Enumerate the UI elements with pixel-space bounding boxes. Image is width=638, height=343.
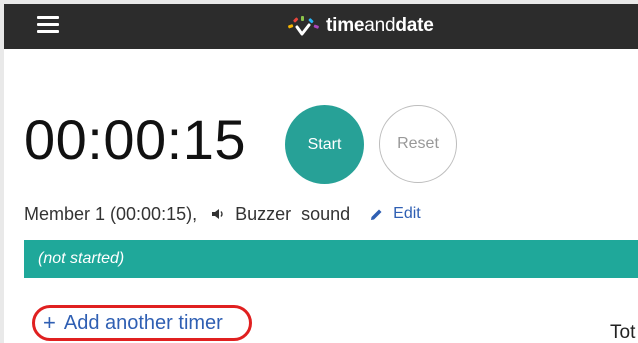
timer-info-row: Member 1 (00:00:15), Buzzer sound Edit	[24, 202, 421, 226]
reset-button[interactable]: Reset	[379, 105, 457, 183]
edit-link[interactable]: Edit	[370, 205, 421, 223]
member-label: Member 1 (00:00:15),	[24, 203, 198, 224]
timer-display: 00:00:15	[24, 108, 246, 171]
logo-mark-icon	[288, 16, 319, 36]
edit-label: Edit	[393, 205, 421, 222]
pencil-icon	[371, 209, 382, 220]
add-timer-label: Add another timer	[63, 311, 223, 334]
hamburger-menu-icon[interactable]	[37, 16, 59, 34]
timer-status-bar: (not started)	[24, 240, 638, 278]
sound-label: Buzzer sound	[235, 203, 351, 224]
start-button[interactable]: Start	[285, 105, 364, 184]
total-label: Tot	[610, 322, 636, 343]
top-navigation-bar: timeanddate	[4, 4, 638, 49]
logo-text: timeanddate	[326, 15, 434, 36]
page: timeanddate 00:00:15 Start Reset Member …	[0, 0, 638, 343]
site-logo[interactable]: timeanddate	[286, 13, 434, 39]
add-another-timer-button[interactable]: + Add another timer	[32, 305, 252, 341]
speaker-icon	[212, 209, 223, 219]
plus-icon: +	[43, 310, 56, 335]
